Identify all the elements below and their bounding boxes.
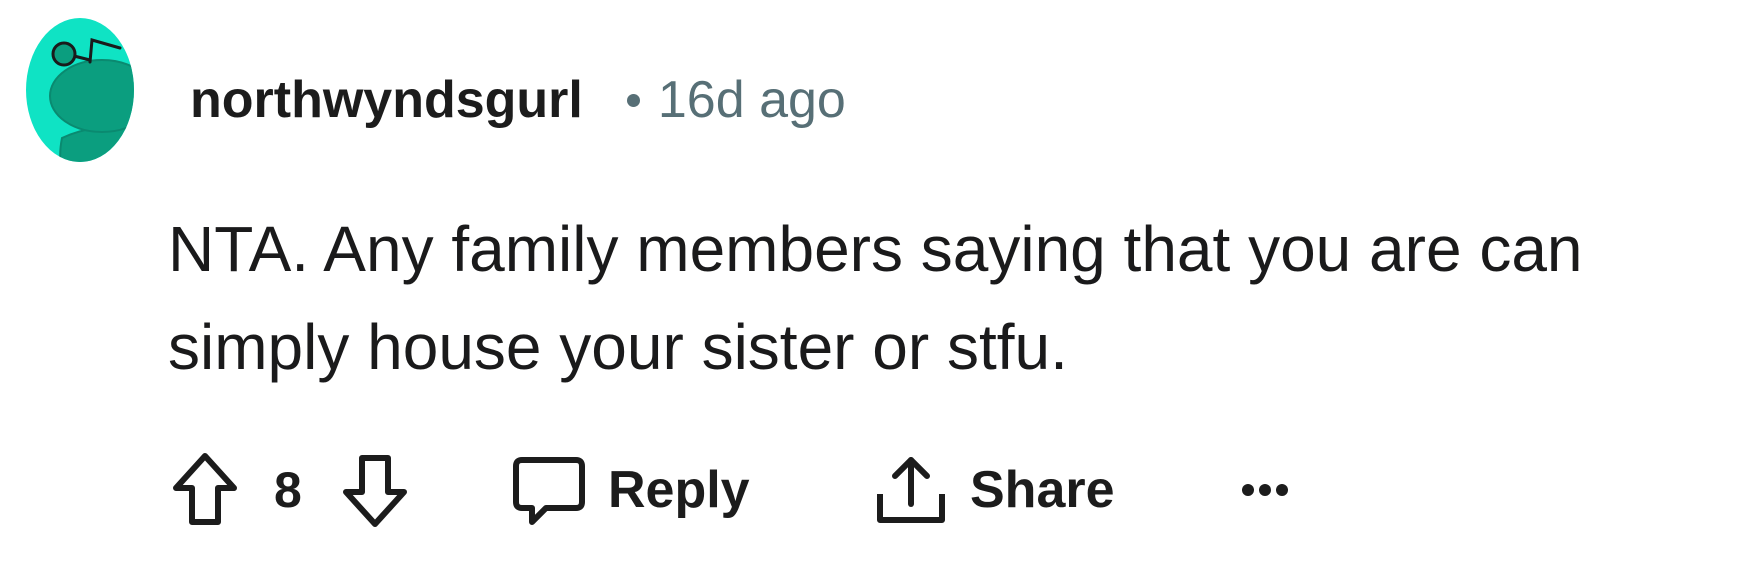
author-username[interactable]: northwyndsgurl: [190, 70, 583, 130]
reply-label: Reply: [608, 461, 750, 519]
upvote-button[interactable]: [170, 440, 240, 540]
arrow-up-icon: [170, 450, 240, 530]
more-options-button[interactable]: [1240, 440, 1290, 540]
reply-button[interactable]: Reply: [512, 440, 750, 540]
comment-header: northwyndsgurl 16d ago: [190, 60, 846, 140]
timestamp[interactable]: 16d ago: [658, 70, 846, 130]
action-bar: 8 Reply Share: [173, 440, 1690, 540]
snoo-avatar-icon: [26, 18, 134, 162]
ellipsis-icon: [1240, 480, 1290, 500]
comment: northwyndsgurl 16d ago NTA. Any family m…: [0, 0, 1742, 573]
separator-dot: [626, 93, 640, 107]
vote-count: 8: [274, 462, 302, 518]
downvote-button[interactable]: [340, 440, 410, 540]
arrow-down-icon: [340, 450, 410, 530]
comment-body: NTA. Any family members saying that you …: [168, 213, 1583, 383]
share-button[interactable]: Share: [874, 440, 1115, 540]
share-upload-icon: [874, 450, 948, 530]
speech-bubble-icon: [512, 450, 586, 530]
avatar[interactable]: [26, 18, 148, 178]
share-label: Share: [970, 461, 1115, 519]
